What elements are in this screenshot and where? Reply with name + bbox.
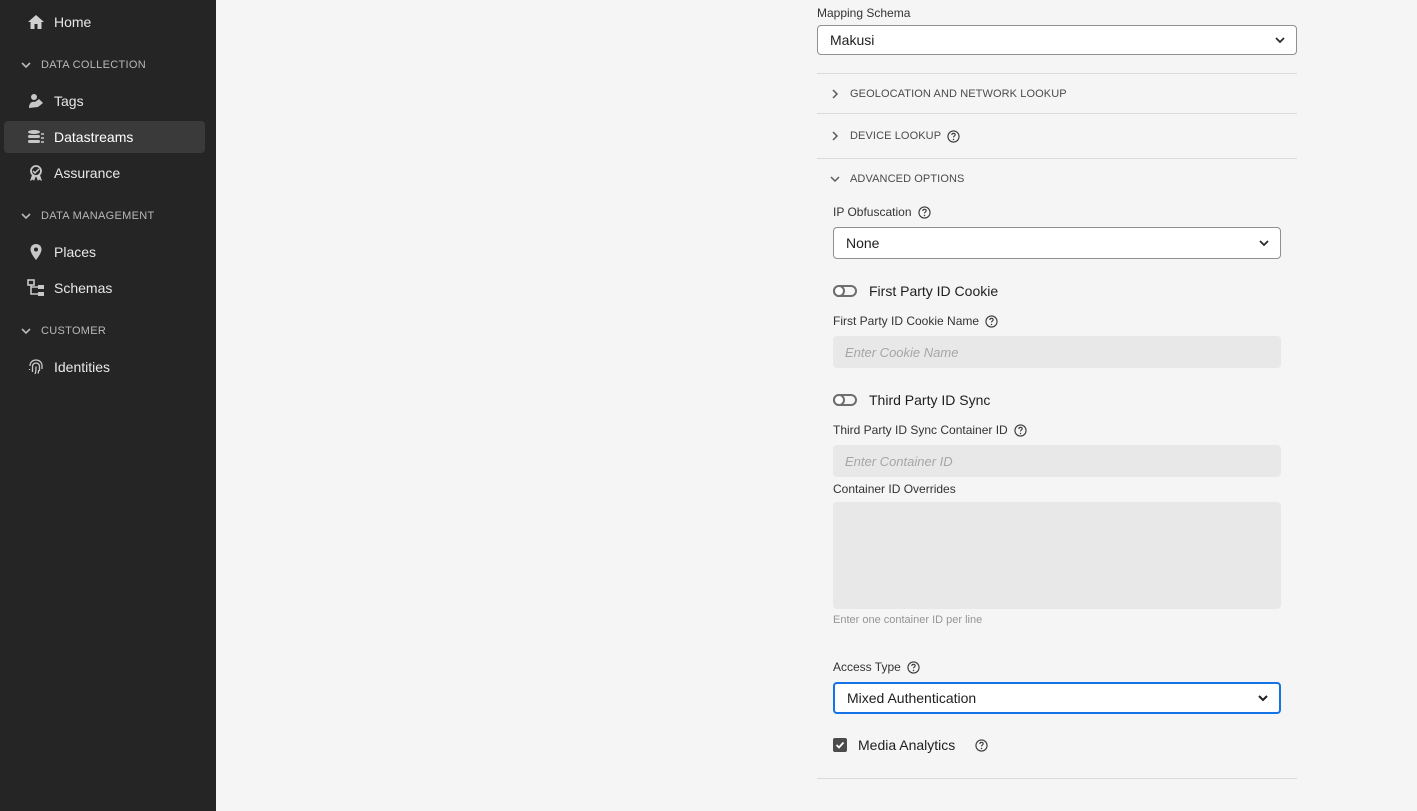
nav-item-home[interactable]: Home: [4, 6, 205, 38]
datastreams-icon: [27, 128, 45, 146]
section-data-collection[interactable]: DATA COLLECTION: [20, 57, 146, 73]
fingerprint-icon: [27, 358, 45, 376]
media-analytics-checkbox-row[interactable]: Media Analytics: [833, 737, 988, 753]
chevron-down-icon: [20, 59, 32, 71]
section-customer[interactable]: CUSTOMER: [20, 323, 106, 339]
mapping-schema-select[interactable]: Makusi: [817, 25, 1297, 55]
toggle-knob: [833, 394, 845, 406]
nav-item-label: Home: [54, 14, 92, 30]
chevron-down-icon: [830, 174, 840, 184]
help-icon[interactable]: [975, 738, 988, 752]
nav-item-places[interactable]: Places: [4, 236, 205, 268]
container-id-label-text: Third Party ID Sync Container ID: [833, 423, 1008, 437]
nav-item-schemas[interactable]: Schemas: [4, 272, 205, 304]
home-icon: [27, 13, 45, 31]
mapping-schema-value: Makusi: [830, 32, 875, 48]
nav-item-label: Tags: [54, 93, 84, 109]
nav-item-assurance[interactable]: Assurance: [4, 157, 205, 189]
first-party-cookie-toggle[interactable]: [833, 285, 857, 297]
places-pin-icon: [27, 243, 45, 261]
checkmark-icon: [835, 741, 845, 749]
help-icon[interactable]: [917, 205, 931, 219]
first-party-cookie-toggle-row[interactable]: First Party ID Cookie: [833, 283, 998, 299]
chevron-right-icon: [830, 89, 840, 99]
divider: [817, 73, 1297, 74]
accordion-device-lookup[interactable]: DEVICE LOOKUP: [830, 127, 960, 145]
container-overrides-hint: Enter one container ID per line: [833, 614, 983, 626]
nav-item-label: Identities: [54, 359, 111, 375]
toggle-knob: [833, 285, 845, 297]
schemas-icon: [27, 279, 45, 297]
nav-item-datastreams[interactable]: Datastreams: [4, 121, 205, 153]
help-icon[interactable]: [947, 129, 960, 143]
ip-obfuscation-label-text: IP Obfuscation: [833, 205, 912, 219]
access-type-value: Mixed Authentication: [847, 690, 977, 706]
divider: [817, 778, 1297, 779]
access-type-select[interactable]: Mixed Authentication: [833, 682, 1281, 714]
help-icon[interactable]: [1014, 423, 1027, 437]
tags-icon: [27, 92, 45, 110]
nav-item-tags[interactable]: Tags: [4, 85, 205, 117]
divider: [817, 113, 1297, 114]
chevron-down-icon: [1258, 237, 1270, 249]
ip-obfuscation-select[interactable]: None: [833, 227, 1281, 259]
cookie-name-label-text: First Party ID Cookie Name: [833, 314, 980, 328]
accordion-label: GEOLOCATION AND NETWORK LOOKUP: [850, 88, 1067, 100]
chevron-down-icon: [20, 210, 32, 222]
chevron-down-icon: [20, 325, 32, 337]
section-label: CUSTOMER: [41, 325, 107, 337]
section-label: DATA MANAGEMENT: [41, 210, 155, 222]
chevron-right-icon: [830, 131, 840, 141]
media-analytics-checkbox[interactable]: [833, 738, 847, 752]
third-party-sync-toggle-label: Third Party ID Sync: [869, 392, 991, 408]
ip-obfuscation-value: None: [846, 235, 880, 251]
media-analytics-label: Media Analytics: [858, 737, 956, 753]
cookie-name-label: First Party ID Cookie Name: [833, 314, 998, 328]
ip-obfuscation-label: IP Obfuscation: [833, 205, 931, 219]
divider: [817, 158, 1297, 159]
accordion-advanced-options[interactable]: ADVANCED OPTIONS: [830, 170, 964, 188]
container-overrides-label-text: Container ID Overrides: [833, 482, 956, 496]
container-id-input[interactable]: [833, 445, 1281, 477]
mapping-schema-label: Mapping Schema: [817, 6, 910, 20]
nav-item-label: Datastreams: [54, 129, 134, 145]
nav-item-identities[interactable]: Identities: [4, 351, 205, 383]
assurance-icon: [27, 164, 45, 182]
nav-item-label: Places: [54, 244, 97, 260]
help-icon[interactable]: [985, 314, 998, 328]
container-id-label: Third Party ID Sync Container ID: [833, 423, 1027, 437]
help-icon[interactable]: [907, 660, 920, 674]
chevron-down-icon: [1257, 692, 1269, 704]
chevron-down-icon: [1274, 34, 1286, 46]
access-type-label: Access Type: [833, 660, 920, 674]
nav-item-label: Schemas: [54, 280, 113, 296]
section-data-management[interactable]: DATA MANAGEMENT: [20, 208, 155, 224]
third-party-sync-toggle[interactable]: [833, 394, 857, 406]
first-party-cookie-toggle-label: First Party ID Cookie: [869, 283, 999, 299]
accordion-label: ADVANCED OPTIONS: [850, 173, 965, 185]
access-type-label-text: Access Type: [833, 660, 901, 674]
mapping-schema-label-text: Mapping Schema: [817, 6, 911, 20]
sidebar: Home DATA COLLECTION Tags Datastreams As…: [0, 0, 216, 811]
container-overrides-textarea[interactable]: [833, 502, 1281, 609]
cookie-name-input[interactable]: [833, 336, 1281, 368]
container-overrides-label: Container ID Overrides: [833, 482, 956, 496]
accordion-label: DEVICE LOOKUP: [850, 130, 942, 142]
section-label: DATA COLLECTION: [41, 59, 146, 71]
nav-item-label: Assurance: [54, 165, 121, 181]
accordion-geolocation[interactable]: GEOLOCATION AND NETWORK LOOKUP: [830, 85, 1067, 103]
third-party-sync-toggle-row[interactable]: Third Party ID Sync: [833, 392, 990, 408]
